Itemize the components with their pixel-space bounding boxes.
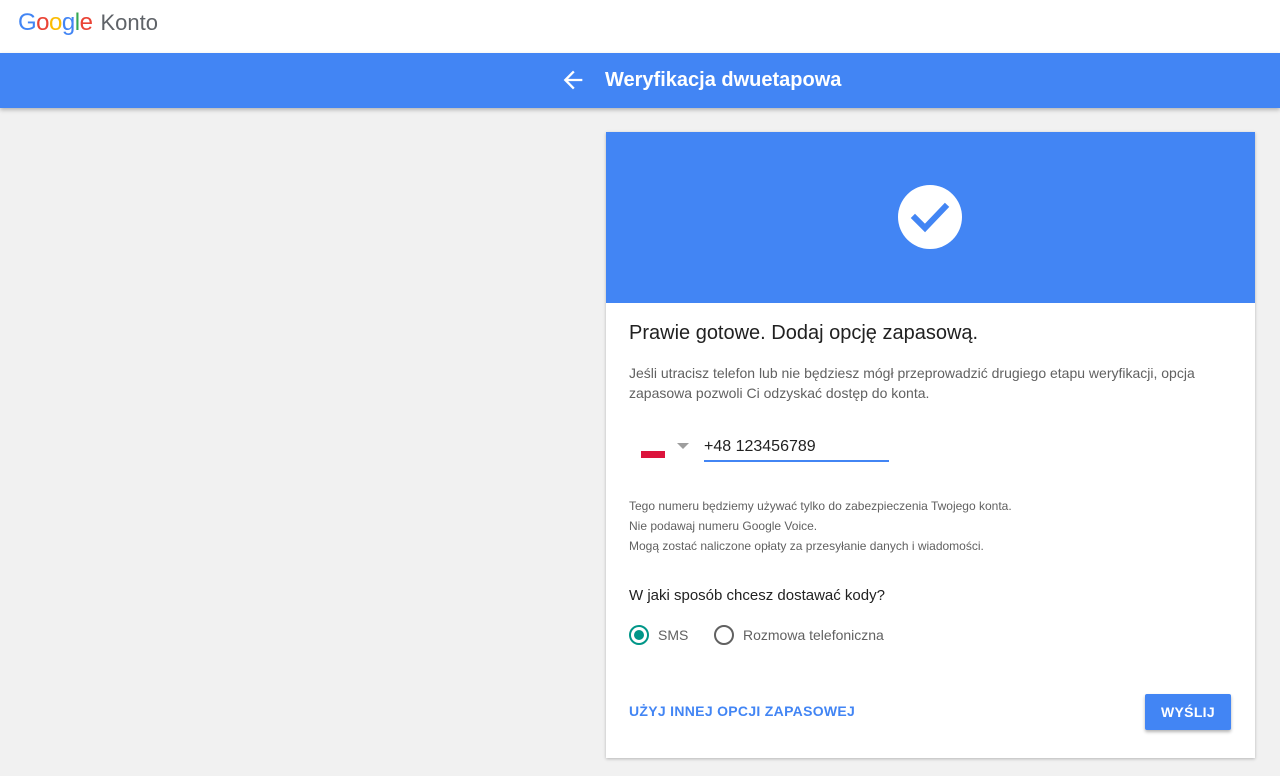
app-bar: Weryfikacja dwuetapowa xyxy=(0,53,1280,108)
country-select[interactable] xyxy=(639,436,691,460)
arrow-back-icon xyxy=(563,70,583,90)
logo-letter: G xyxy=(18,9,37,36)
chevron-down-icon xyxy=(677,443,689,449)
radio-sms[interactable]: SMS xyxy=(629,624,688,646)
radio-checked-icon xyxy=(629,625,649,645)
google-wordmark: Google xyxy=(18,9,93,37)
send-button[interactable]: WYŚLIJ xyxy=(1145,694,1231,730)
note-line: Mogą zostać naliczone opłaty za przesyła… xyxy=(629,539,984,553)
radio-phone-call[interactable]: Rozmowa telefoniczna xyxy=(714,624,884,646)
radio-label-call: Rozmowa telefoniczna xyxy=(743,627,884,643)
radio-label-sms: SMS xyxy=(658,627,689,643)
card-hero xyxy=(606,132,1255,303)
logo-letter: e xyxy=(79,9,93,36)
product-name: Konto xyxy=(100,10,158,35)
logo-letter: o xyxy=(36,9,50,36)
note-line: Nie podawaj numeru Google Voice. xyxy=(629,519,818,533)
backup-option-card: Prawie gotowe. Dodaj opcję zapasową. Jeś… xyxy=(606,132,1255,758)
phone-notes: Tego numeru będziemy używać tylko do zab… xyxy=(629,496,1229,556)
top-header: Google Konto xyxy=(0,0,1280,53)
card-description: Jeśli utracisz telefon lub nie będziesz … xyxy=(629,365,1195,401)
use-other-option-button[interactable]: UŻYJ INNEJ OPCJI ZAPASOWEJ xyxy=(629,703,855,719)
page-title: Weryfikacja dwuetapowa xyxy=(605,69,842,91)
radio-unchecked-icon xyxy=(714,625,734,645)
logo-letter: g xyxy=(61,9,75,36)
note-line: Tego numeru będziemy używać tylko do zab… xyxy=(629,499,1012,513)
poland-flag-icon xyxy=(641,444,665,458)
back-button[interactable] xyxy=(559,66,587,94)
phone-number-input[interactable] xyxy=(704,434,889,462)
delivery-question: W jaki sposób chcesz dostawać kody? xyxy=(629,587,885,604)
google-konto-logo[interactable]: Google Konto xyxy=(18,9,158,37)
card-title: Prawie gotowe. Dodaj opcję zapasową. xyxy=(629,322,979,344)
logo-letter: o xyxy=(49,9,62,36)
check-circle-icon xyxy=(898,185,962,249)
